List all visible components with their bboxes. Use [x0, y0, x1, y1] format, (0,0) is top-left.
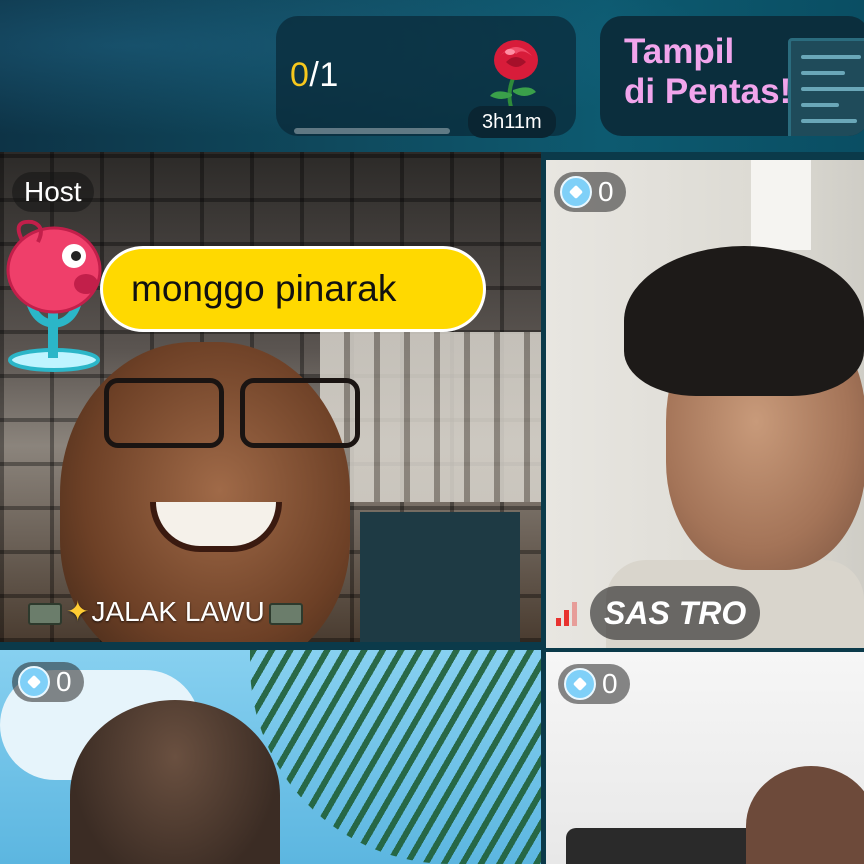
quest-progress-bar: [294, 128, 450, 134]
guest-video-tile-1[interactable]: [546, 160, 864, 648]
host-name-tag[interactable]: ✦JALAK LAWU: [24, 590, 307, 634]
guest-2-coins: 0: [56, 666, 72, 697]
top-bar: 0/1 3h11m Tampil di Pentas!: [0, 0, 864, 152]
quest-progress-count: 0/1: [290, 56, 339, 95]
pager-icon: [268, 602, 303, 625]
microphone-mascot-icon: [6, 219, 102, 372]
promo-title: Tampil di Pentas!: [624, 32, 792, 111]
promo-screen-graphic: [788, 38, 864, 136]
diamond-coin-icon: [564, 668, 596, 700]
chat-bubble-text: monggo pinarak: [131, 268, 397, 309]
host-background-doorway: [360, 512, 520, 642]
diamond-coin-icon: [18, 666, 50, 698]
gift-quest-card[interactable]: 0/1 3h11m: [276, 16, 576, 138]
signal-strength-icon: [556, 602, 578, 626]
guest-1-coin-count: 0: [554, 172, 626, 212]
guest-3-coins: 0: [602, 668, 618, 699]
diamond-coin-icon: [560, 176, 592, 208]
guest-1-hair: [624, 246, 864, 396]
host-glasses-left: [104, 378, 224, 448]
chat-bubble: monggo pinarak: [100, 246, 486, 332]
guest-3-coin-count: 0: [558, 664, 630, 704]
stage-promo-banner[interactable]: Tampil di Pentas!: [600, 16, 864, 136]
host-glasses-right: [240, 378, 360, 448]
pager-icon: [28, 602, 62, 625]
quest-timer: 3h11m: [468, 106, 556, 138]
quest-progress-done: 0: [290, 56, 310, 94]
guest-1-background-edge: [751, 160, 811, 250]
quest-progress-total: /1: [309, 56, 339, 94]
rose-icon: [490, 40, 538, 111]
host-name: JALAK LAWU: [91, 596, 265, 627]
guest-1-coins: 0: [598, 176, 614, 207]
sparkle-icon: ✦: [66, 596, 90, 627]
guest-1-name-tag[interactable]: SAS TRO: [590, 586, 761, 640]
host-badge: Host: [12, 172, 94, 212]
guest-2-coin-count: 0: [12, 662, 84, 702]
